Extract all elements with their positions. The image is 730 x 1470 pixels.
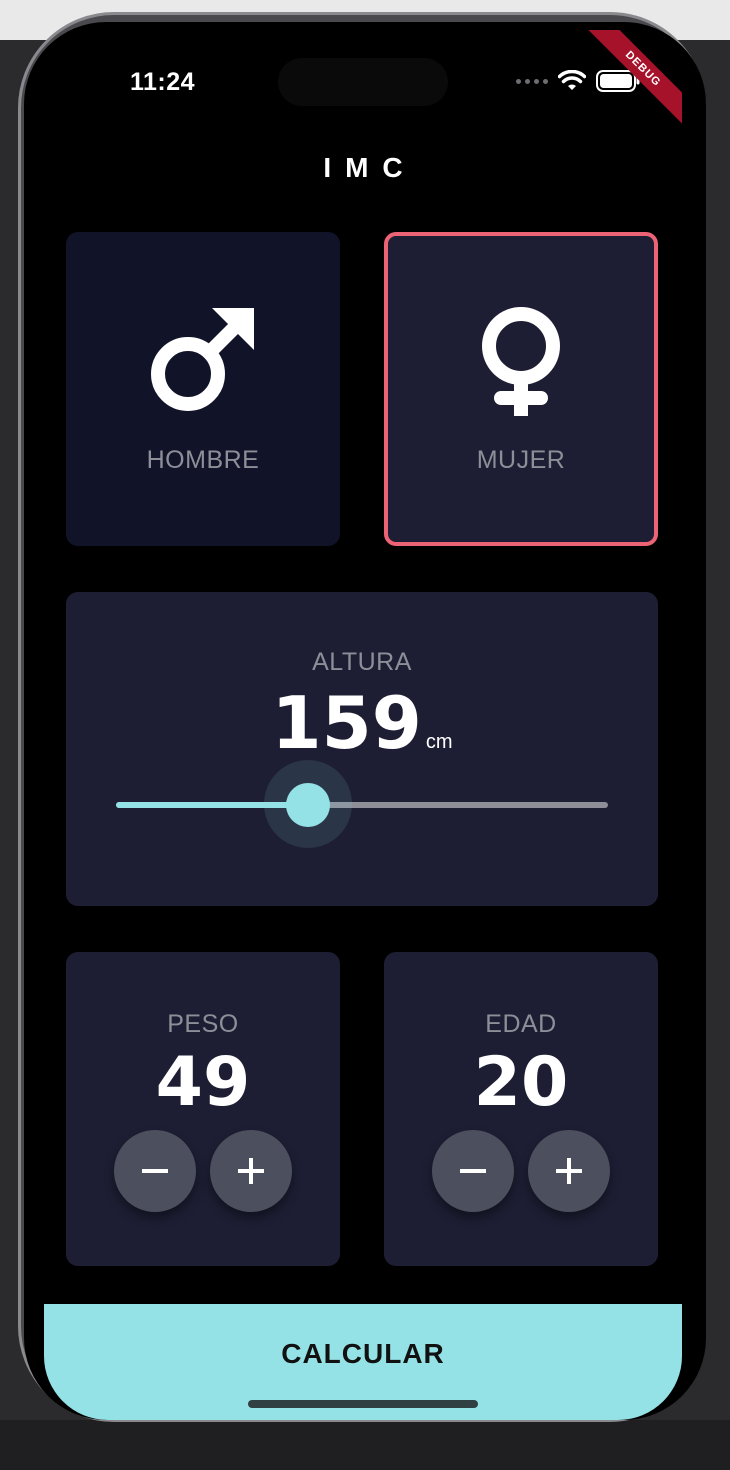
age-controls — [432, 1130, 610, 1212]
app-screen: 11:24 DEBUG IMC HOMBRE MUJER ALTURA 159 … — [44, 30, 682, 1420]
gender-label-male: HOMBRE — [146, 446, 260, 474]
desktop-background-bottom — [0, 1420, 730, 1470]
minus-icon — [460, 1169, 486, 1173]
home-indicator — [248, 1400, 478, 1408]
age-label: EDAD — [485, 1010, 557, 1038]
status-time: 11:24 — [130, 68, 196, 96]
height-readout: 159 cm — [272, 681, 453, 765]
wifi-icon — [558, 70, 586, 90]
male-symbol-icon — [151, 308, 254, 411]
age-card: EDAD 20 — [384, 952, 658, 1266]
weight-card: PESO 49 — [66, 952, 340, 1266]
gender-card-male[interactable]: HOMBRE — [66, 232, 340, 546]
age-value: 20 — [473, 1043, 569, 1122]
female-symbol-icon — [482, 307, 560, 416]
page-title: IMC — [323, 152, 417, 183]
weight-label: PESO — [167, 1010, 239, 1038]
height-card: ALTURA 159 cm — [66, 592, 658, 906]
age-decrement-button[interactable] — [432, 1130, 514, 1212]
height-slider[interactable] — [116, 760, 608, 848]
plus-icon — [556, 1158, 582, 1184]
gender-label-female: MUJER — [476, 446, 566, 474]
plus-icon — [238, 1158, 264, 1184]
minus-icon — [142, 1169, 168, 1173]
cellular-signal-icon — [516, 78, 548, 84]
height-value: 159 — [271, 681, 422, 765]
gender-card-female[interactable]: MUJER — [384, 232, 658, 546]
weight-controls — [114, 1130, 292, 1212]
weight-increment-button[interactable] — [210, 1130, 292, 1212]
status-icons — [516, 70, 640, 92]
slider-thumb[interactable] — [285, 783, 330, 827]
weight-value: 49 — [155, 1043, 251, 1122]
height-unit: cm — [425, 731, 453, 753]
dynamic-island — [278, 58, 448, 106]
weight-decrement-button[interactable] — [114, 1130, 196, 1212]
height-label: ALTURA — [312, 648, 412, 676]
age-increment-button[interactable] — [528, 1130, 610, 1212]
